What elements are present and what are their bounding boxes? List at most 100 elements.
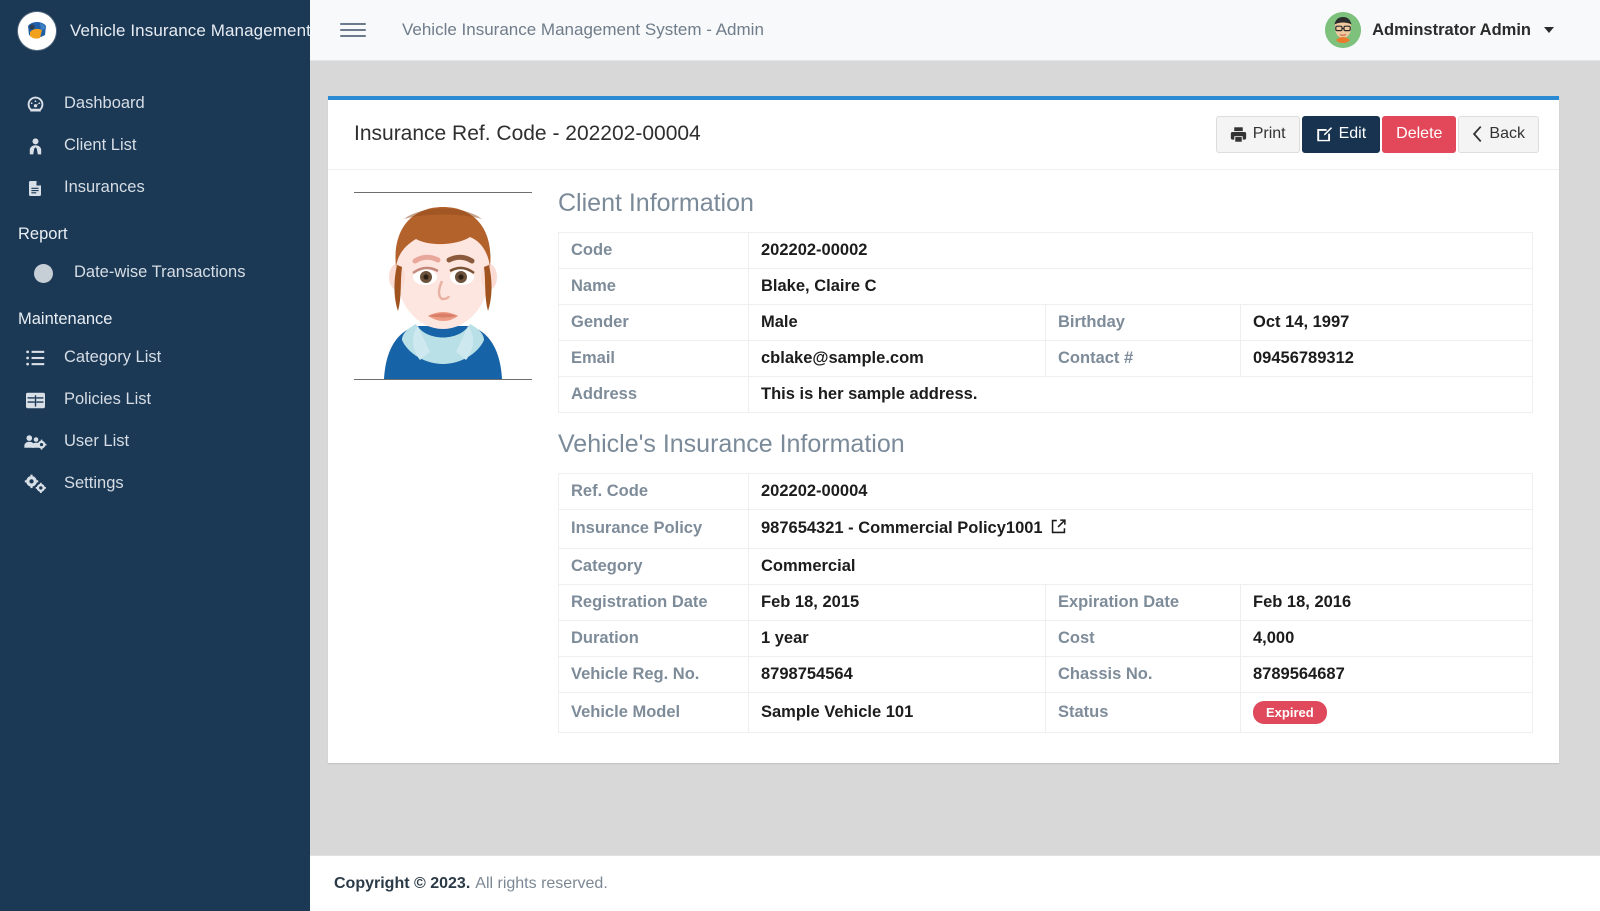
sidebar-item-label: Client List (64, 136, 137, 155)
table-row: Vehicle Model Sample Vehicle 101 Status … (558, 691, 1533, 734)
insurance-logo-icon (18, 11, 56, 50)
delete-button[interactable]: Delete (1382, 116, 1457, 153)
sidebar-item-settings[interactable]: Settings (0, 463, 310, 505)
circle-icon (30, 262, 56, 284)
row-label: Registration Date (558, 583, 749, 621)
content-area: Insurance Ref. Code - 202202-00004 Print (310, 61, 1600, 855)
sidebar-item-label: Dashboard (64, 94, 145, 113)
table-row: Vehicle Reg. No. 8798754564 Chassis No. … (558, 655, 1533, 693)
vehicle-insurance-information-title: Vehicle's Insurance Information (558, 429, 905, 458)
row-value: 1 year (748, 619, 1046, 657)
row-value-2: Oct 14, 1997 (1240, 303, 1533, 341)
vehicle-insurance-table: Ref. Code 202202-00004 Insurance Policy … (558, 472, 1533, 734)
row-value: 202202-00004 (748, 472, 1533, 510)
table-row: Duration 1 year Cost 4,000 (558, 619, 1533, 657)
user-name-label: Adminstrator Admin (1372, 20, 1531, 39)
delete-button-label: Delete (1396, 125, 1443, 142)
row-value-2: Expired (1240, 691, 1533, 734)
table-row: Ref. Code 202202-00004 (558, 472, 1533, 510)
row-label-2: Chassis No. (1045, 655, 1241, 693)
row-label: Address (558, 375, 749, 413)
row-label-2: Status (1045, 691, 1241, 734)
users-cog-icon (22, 431, 48, 453)
row-value: Sample Vehicle 101 (748, 691, 1046, 734)
table-row: Category Commercial (558, 547, 1533, 585)
row-label-2: Expiration Date (1045, 583, 1241, 621)
sidebar-item-date-wise-transactions[interactable]: Date-wise Transactions (0, 252, 310, 294)
sidebar-item-insurances[interactable]: Insurances (0, 167, 310, 209)
back-button[interactable]: Back (1458, 116, 1539, 153)
topbar: Vehicle Insurance Management System - Ad… (310, 0, 1600, 61)
sidebar-item-label: Insurances (64, 178, 145, 197)
print-button-label: Print (1252, 125, 1286, 142)
row-value-2: Feb 18, 2016 (1240, 583, 1533, 621)
table-row: Address This is her sample address. (558, 375, 1533, 413)
chevron-left-icon (1472, 126, 1483, 143)
insurance-detail-card: Insurance Ref. Code - 202202-00004 Print (328, 96, 1559, 764)
row-value: Commercial (748, 547, 1533, 585)
app-root: Vehicle Insurance Management Dashboard C… (0, 0, 1600, 911)
row-value: 8798754564 (748, 655, 1046, 693)
row-label: Vehicle Model (558, 691, 749, 734)
sidebar-item-user-list[interactable]: User List (0, 421, 310, 463)
row-value: cblake@sample.com (748, 339, 1046, 377)
footer-rights: All rights reserved. (475, 874, 608, 892)
brand-header[interactable]: Vehicle Insurance Management (0, 0, 311, 61)
row-label: Code (558, 231, 749, 269)
sidebar-item-policies-list[interactable]: Policies List (0, 379, 310, 421)
sidebar-header-report: Report (18, 225, 68, 243)
print-button[interactable]: Print (1215, 116, 1300, 153)
main-area: Vehicle Insurance Management System - Ad… (310, 0, 1600, 911)
sidebar-item-label: Policies List (64, 390, 152, 409)
footer: Copyright © 2023. All rights reserved. (310, 855, 1600, 911)
row-label-2: Cost (1045, 619, 1241, 657)
row-label: Gender (558, 303, 749, 341)
row-label: Category (558, 547, 749, 585)
row-label-2: Contact # (1045, 339, 1241, 377)
card-body: Client Information Code 202202-00002 Nam… (328, 170, 1559, 764)
caret-down-icon (1544, 27, 1554, 33)
table-row: Name Blake, Claire C (558, 267, 1533, 305)
back-button-label: Back (1489, 125, 1525, 142)
table-grid-icon (22, 389, 48, 411)
sidebar-item-label: Category List (64, 348, 162, 367)
client-portrait-photo (354, 191, 532, 380)
sidebar-item-category-list[interactable]: Category List (0, 337, 310, 379)
sidebar-item-label: Date-wise Transactions (74, 263, 246, 282)
edit-button-label: Edit (1338, 125, 1367, 142)
table-row: Insurance Policy 987654321 - Commercial … (558, 508, 1533, 549)
sidebar-item-label: User List (64, 432, 130, 451)
footer-copyright: Copyright © 2023. (334, 874, 471, 892)
edit-button[interactable]: Edit (1301, 116, 1381, 153)
status-badge: Expired (1253, 700, 1327, 725)
sidebar-item-client-list[interactable]: Client List (0, 125, 310, 167)
table-row: Code 202202-00002 (558, 231, 1533, 269)
card-title: Insurance Ref. Code - 202202-00004 (354, 122, 701, 146)
row-value: This is her sample address. (748, 375, 1533, 413)
row-value: Blake, Claire C (748, 267, 1533, 305)
user-menu[interactable]: Adminstrator Admin (1325, 12, 1576, 48)
cogs-icon (22, 473, 48, 495)
row-value-2: 09456789312 (1240, 339, 1533, 377)
row-value-with-link: 987654321 - Commercial Policy1001 (748, 508, 1533, 549)
row-value: 202202-00002 (748, 231, 1533, 269)
row-label: Vehicle Reg. No. (558, 655, 749, 693)
sidebar-item-dashboard[interactable]: Dashboard (0, 83, 310, 125)
row-label-2: Birthday (1045, 303, 1241, 341)
list-icon (22, 347, 48, 369)
row-label: Insurance Policy (558, 508, 749, 549)
row-label: Email (558, 339, 749, 377)
row-value: Male (748, 303, 1046, 341)
table-row: Gender Male Birthday Oct 14, 1997 (558, 303, 1533, 341)
client-info-column: Client Information Code 202202-00002 Nam… (550, 184, 1533, 734)
sidebar-nav: Dashboard Client List Insurances Report … (0, 61, 310, 505)
document-icon (22, 177, 48, 199)
sidebar-item-label: Settings (64, 474, 124, 493)
sidebar: Vehicle Insurance Management Dashboard C… (0, 0, 311, 911)
hamburger-icon[interactable] (340, 17, 366, 43)
table-row: Registration Date Feb 18, 2015 Expiratio… (558, 583, 1533, 621)
row-value: Feb 18, 2015 (748, 583, 1046, 621)
external-link-icon[interactable] (1050, 518, 1067, 540)
user-avatar-icon (1325, 12, 1362, 48)
card-header: Insurance Ref. Code - 202202-00004 Print (328, 100, 1559, 170)
